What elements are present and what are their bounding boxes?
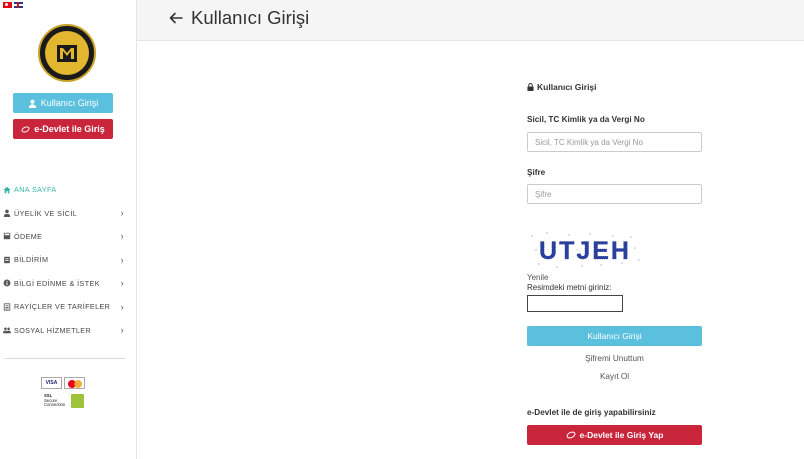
- logo-mark-icon: [57, 45, 77, 62]
- edevlet-button-label: e-Devlet ile Giriş Yap: [579, 430, 664, 440]
- sidebar-item-label: ANA SAYFA: [14, 185, 57, 195]
- user-icon: [3, 209, 11, 218]
- id-label: Sicil, TC Kimlik ya da Vergi No: [527, 115, 645, 124]
- sidebar-item-sosyal[interactable]: SOSYAL HİZMETLER ›: [0, 318, 137, 341]
- chevron-right-icon: ›: [120, 278, 124, 289]
- sidebar-menu: ANA SAYFA ÜYELİK VE SİCİL › ÖDEME › BİLD…: [0, 178, 137, 342]
- back-arrow-icon[interactable]: [168, 10, 184, 26]
- edevlet-section-title: e-Devlet ile de giriş yapabilirsiniz: [527, 408, 656, 417]
- captcha-image: UTJEH: [527, 230, 644, 270]
- register-link[interactable]: Kayıt Ol: [527, 372, 702, 381]
- chevron-right-icon: ›: [120, 254, 124, 265]
- chevron-right-icon: ›: [120, 301, 124, 312]
- form-title-text: Kullanıcı Girişi: [537, 82, 597, 92]
- sidebar: Kullanıcı Girişi e-Devlet ile Giriş ANA …: [0, 0, 137, 459]
- edevlet-logo-icon: [21, 125, 30, 133]
- sidebar-item-uyelik[interactable]: ÜYELİK VE SİCİL ›: [0, 201, 137, 224]
- info-icon: [3, 279, 11, 287]
- sidebar-item-bilgi-edinme[interactable]: BİLGİ EDİNME & İSTEK ›: [0, 272, 137, 295]
- visa-logo: VISA: [41, 377, 62, 389]
- forgot-password-link[interactable]: Şifremi Unuttum: [527, 354, 702, 363]
- edevlet-login-button[interactable]: e-Devlet ile Giriş: [13, 119, 113, 139]
- captcha-refresh-link[interactable]: Yenile: [527, 273, 549, 282]
- lock-icon: [527, 83, 534, 91]
- sidebar-item-ana-sayfa[interactable]: ANA SAYFA: [0, 178, 137, 201]
- edevlet-button-label: e-Devlet ile Giriş: [34, 124, 105, 134]
- chevron-right-icon: ›: [120, 231, 124, 242]
- form-title: Kullanıcı Girişi: [527, 82, 597, 92]
- sidebar-item-odeme[interactable]: ÖDEME ›: [0, 225, 137, 248]
- calculator-icon: [3, 232, 11, 240]
- users-icon: [3, 326, 11, 334]
- login-button[interactable]: Kullanıcı Girişi: [13, 93, 113, 113]
- password-label: Şifre: [527, 168, 546, 177]
- security-seal-icon: [71, 394, 84, 408]
- edevlet-logo-icon: [566, 431, 575, 439]
- language-switcher: [3, 2, 23, 8]
- ssl-line: Connection: [44, 402, 66, 408]
- user-icon: [28, 99, 36, 108]
- captcha-input[interactable]: [527, 295, 623, 312]
- password-input[interactable]: [527, 184, 702, 204]
- english-flag-icon[interactable]: [14, 2, 23, 8]
- turkish-flag-icon[interactable]: [3, 2, 12, 8]
- submit-login-button[interactable]: Kullanıcı Girişi: [527, 326, 702, 346]
- chevron-right-icon: ›: [120, 208, 124, 219]
- mastercard-logo: [64, 377, 85, 389]
- sidebar-item-label: ÜYELİK VE SİCİL: [14, 208, 78, 218]
- sidebar-item-label: SOSYAL HİZMETLER: [14, 325, 92, 335]
- captcha-label: Resimdeki metni giriniz:: [527, 283, 612, 292]
- page-header: Kullanıcı Girişi: [137, 0, 804, 41]
- sidebar-item-label: ÖDEME: [14, 231, 43, 241]
- login-button-label: Kullanıcı Girişi: [40, 98, 99, 108]
- sidebar-item-label: BİLDİRİM: [14, 255, 49, 265]
- sidebar-item-bildirim[interactable]: BİLDİRİM ›: [0, 248, 137, 271]
- municipality-logo[interactable]: [38, 24, 96, 82]
- sidebar-divider: [4, 358, 125, 359]
- sidebar-item-rayicler[interactable]: RAYİÇLER VE TARİFELER ›: [0, 295, 137, 318]
- chevron-right-icon: ›: [120, 325, 124, 336]
- list-icon: [3, 303, 11, 311]
- page-title: Kullanıcı Girişi: [191, 7, 310, 28]
- id-input[interactable]: [527, 132, 702, 152]
- sidebar-item-label: RAYİÇLER VE TARİFELER: [14, 302, 111, 312]
- home-icon: [3, 186, 11, 194]
- captcha-text: UTJEH: [539, 237, 631, 265]
- edevlet-login-button[interactable]: e-Devlet ile Giriş Yap: [527, 425, 702, 445]
- document-icon: [3, 256, 11, 264]
- sidebar-item-label: BİLGİ EDİNME & İSTEK: [14, 278, 100, 288]
- ssl-secure-badge: SSL Secure Connection: [43, 393, 67, 409]
